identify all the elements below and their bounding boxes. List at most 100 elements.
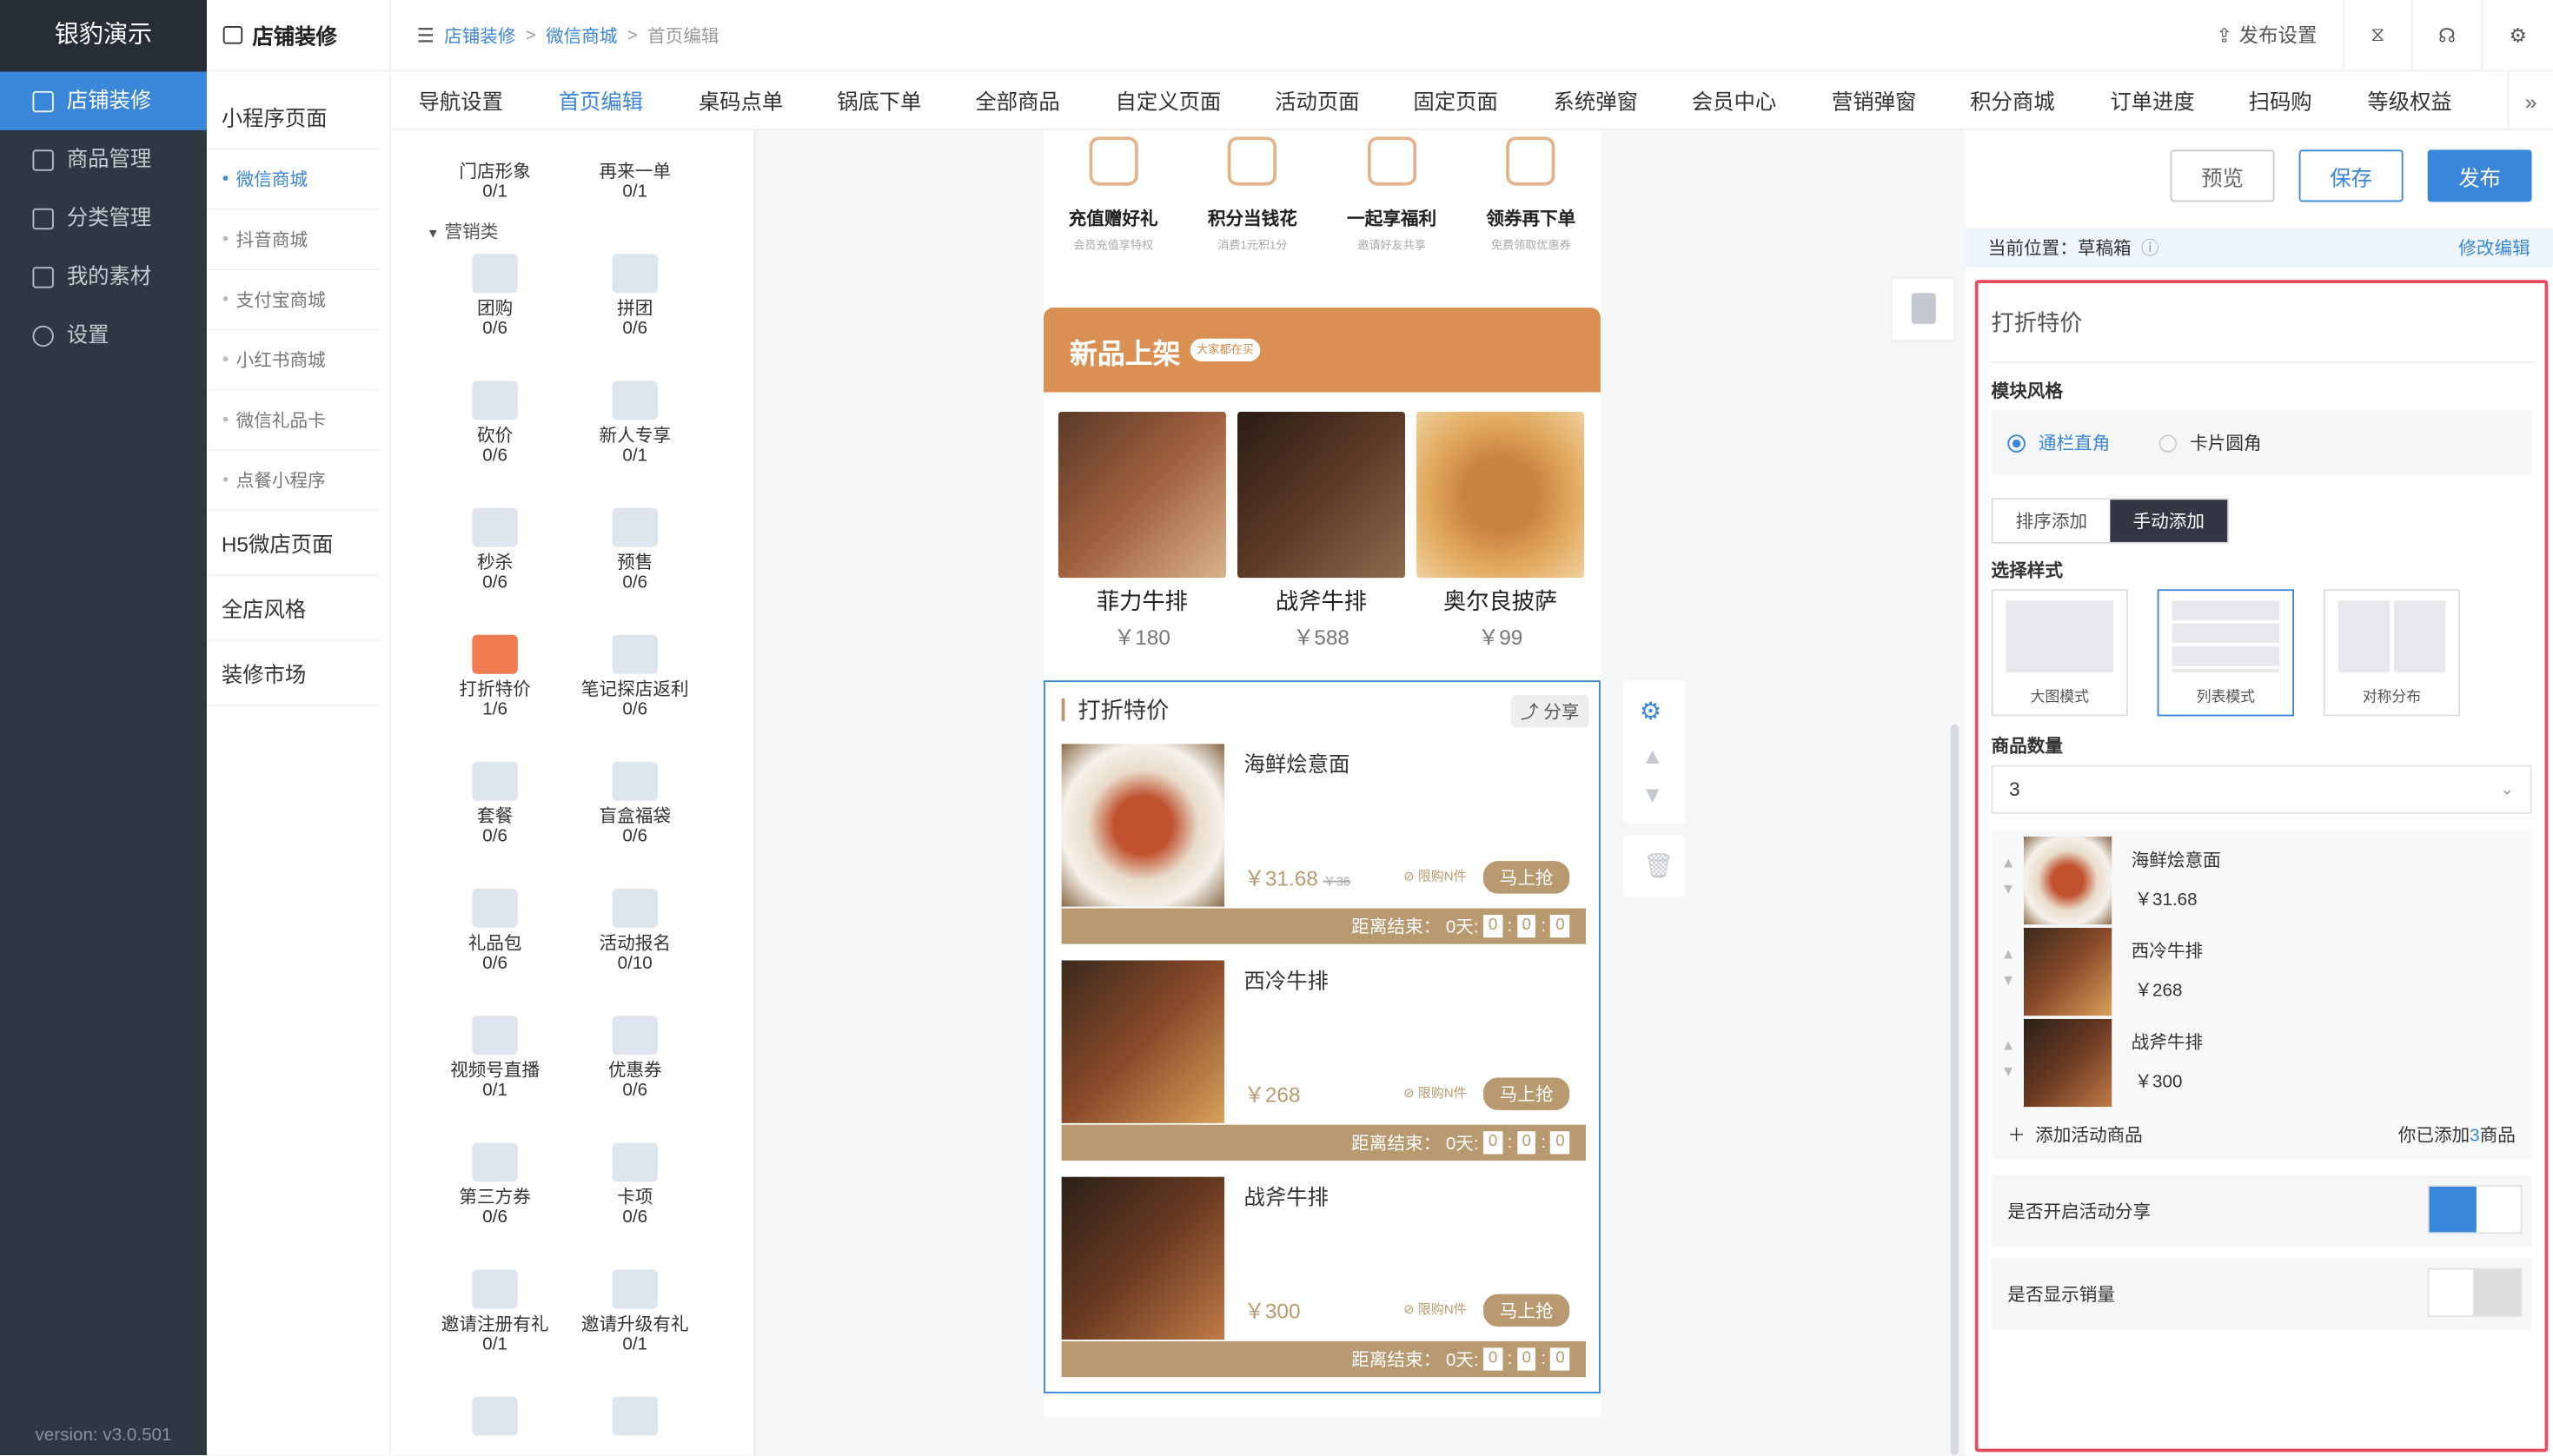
- component-live[interactable]: 视频号直播 0/1: [430, 1016, 560, 1101]
- tab-fixed-page[interactable]: 固定页面: [1413, 84, 1497, 116]
- publish-button[interactable]: 发布: [2427, 149, 2532, 202]
- feature-coupon[interactable]: 领券再下单 免费领取优惠券: [1462, 130, 1601, 270]
- breadcrumb-item[interactable]: 微信商城: [546, 22, 617, 48]
- category-marketing[interactable]: ▼ 营销类: [427, 218, 498, 244]
- sales-toggle[interactable]: [2427, 1267, 2523, 1317]
- tab-order-progress[interactable]: 订单进度: [2110, 84, 2194, 116]
- tab-scan-buy[interactable]: 扫码购: [2249, 84, 2312, 116]
- edit-link[interactable]: 修改编辑: [2458, 235, 2530, 261]
- arrow-down-icon[interactable]: ▼: [1641, 781, 1664, 807]
- style-big-image[interactable]: 大图模式: [1991, 589, 2128, 717]
- menu-icon[interactable]: ☰: [417, 23, 434, 46]
- sub-nav-link-ordering[interactable]: 点餐小程序: [206, 451, 380, 512]
- new-product-card[interactable]: 战斧牛排 ￥588: [1237, 412, 1406, 651]
- tab-home-edit[interactable]: 首页编辑: [559, 84, 643, 116]
- tab-activity-page[interactable]: 活动页面: [1275, 84, 1359, 116]
- nav-item-shop-decoration[interactable]: 店铺装修: [0, 71, 207, 130]
- component-store-image[interactable]: 门店形象 0/1: [430, 162, 560, 202]
- gear-icon[interactable]: ⚙: [1640, 697, 1661, 726]
- style-list[interactable]: 列表模式: [2157, 589, 2295, 717]
- reorder-arrows-icon[interactable]: ▲ ▼: [2001, 941, 2016, 993]
- delete-module-button[interactable]: 🗑: [1623, 835, 1686, 897]
- component-bargain[interactable]: 砍价 0/6: [430, 381, 560, 466]
- component-note-rebate[interactable]: 笔记探店返利 0/6: [570, 634, 700, 719]
- tab-level-rights[interactable]: 等级权益: [2367, 84, 2451, 116]
- new-product-card[interactable]: 菲力牛排 ￥180: [1058, 412, 1226, 651]
- add-activity-product[interactable]: ＋添加活动商品 你已添加3商品: [1991, 1109, 2532, 1160]
- radio-card-rounded[interactable]: 卡片圆角: [2158, 430, 2262, 456]
- sub-nav-link-xiaohongshu[interactable]: 小红书商城: [206, 330, 380, 391]
- component-third-coupon[interactable]: 第三方券 0/6: [430, 1142, 560, 1228]
- feature-invite[interactable]: 一起享福利 邀请好友共享: [1322, 130, 1461, 270]
- discount-product[interactable]: 海鲜烩意面 ￥31.68 ￥36 ⊘ 限购N件 马上抢 距离结束： 0天: 0:0:0: [1061, 744, 1586, 952]
- sub-nav-group-h5[interactable]: H5微店页面: [206, 511, 380, 577]
- radio-full-width[interactable]: 通栏直角: [2007, 430, 2110, 456]
- discount-module[interactable]: 打折特价 ⤴ 分享 海鲜烩意面 ￥31.68 ￥36 ⊘ 限购N件 马上抢 距离结…: [1044, 680, 1601, 1393]
- sub-nav-link-alipay[interactable]: 支付宝商城: [206, 270, 380, 331]
- feature-recharge[interactable]: 充值赠好礼 会员充值享特权: [1044, 130, 1183, 270]
- page-settings-button[interactable]: [1890, 276, 1956, 342]
- tab-custom-page[interactable]: 自定义页面: [1115, 84, 1221, 116]
- selected-product[interactable]: ▲ ▼ 战斧牛排 ￥300: [1992, 1016, 2532, 1108]
- component-blind-box[interactable]: 盲盒福袋 0/6: [570, 761, 700, 846]
- component-signup[interactable]: 活动报名 0/10: [570, 889, 700, 973]
- arrow-up-icon[interactable]: ▲: [1641, 742, 1664, 768]
- component-discount[interactable]: 打折特价 1/6: [430, 634, 560, 719]
- save-button[interactable]: 保存: [2298, 149, 2404, 202]
- component-invite-register[interactable]: 邀请注册有礼 0/1: [430, 1269, 560, 1354]
- discount-product[interactable]: 战斧牛排 ￥300 ⊘ 限购N件 马上抢 距离结束： 0天: 0:0:0: [1061, 1176, 1586, 1386]
- buy-now-button[interactable]: 马上抢: [1482, 861, 1570, 894]
- tab-system-popup[interactable]: 系统弹窗: [1554, 84, 1638, 116]
- component-more[interactable]: [570, 1396, 700, 1442]
- component-coupon[interactable]: 优惠券 0/6: [570, 1016, 700, 1101]
- component-combo[interactable]: 套餐 0/6: [430, 761, 560, 846]
- preview-button[interactable]: 预览: [2170, 149, 2275, 202]
- feature-points[interactable]: 积分当钱花 消费1元积1分: [1183, 130, 1322, 270]
- headset-icon[interactable]: ☊: [2410, 0, 2482, 71]
- component-flash-sale[interactable]: 秒杀 0/6: [430, 507, 560, 592]
- selected-product[interactable]: ▲ ▼ 海鲜烩意面 ￥31.68: [1992, 833, 2532, 925]
- tab-points-mall[interactable]: 积分商城: [1970, 84, 2054, 116]
- tab-marketing-popup[interactable]: 营销弹窗: [1832, 84, 1916, 116]
- component-card[interactable]: 卡项 0/6: [570, 1142, 700, 1228]
- reorder-arrows-icon[interactable]: ▲ ▼: [2001, 1032, 2016, 1084]
- share-button[interactable]: ⤴ 分享: [1510, 695, 1589, 728]
- component-gift-pack[interactable]: 礼品包 0/6: [430, 889, 560, 973]
- reorder-arrows-icon[interactable]: ▲ ▼: [2001, 850, 2016, 902]
- sub-nav-group-market[interactable]: 装修市场: [206, 641, 380, 707]
- hourglass-icon[interactable]: ⧖: [2343, 0, 2410, 71]
- tab-nav-settings[interactable]: 导航设置: [419, 84, 503, 116]
- tab-all-products[interactable]: 全部商品: [975, 84, 1059, 116]
- component-presale[interactable]: 预售 0/6: [570, 507, 700, 592]
- canvas-scrollbar[interactable]: [1950, 724, 1960, 1456]
- share-toggle[interactable]: [2427, 1185, 2523, 1234]
- nav-item-products[interactable]: 商品管理: [0, 130, 207, 189]
- tab-member-center[interactable]: 会员中心: [1692, 84, 1776, 116]
- nav-item-categories[interactable]: 分类管理: [0, 189, 207, 247]
- tab-hotpot-order[interactable]: 锅底下单: [837, 84, 921, 116]
- component-pintuan[interactable]: 拼团 0/6: [570, 254, 700, 339]
- sub-nav-link-douyin[interactable]: 抖音商城: [206, 210, 380, 271]
- chevron-right-icon[interactable]: »: [2507, 71, 2552, 130]
- component-newcomer[interactable]: 新人专享 0/1: [570, 381, 700, 466]
- sort-add-button[interactable]: 排序添加: [1993, 500, 2110, 542]
- sub-nav-group-mini-program[interactable]: 小程序页面: [206, 84, 380, 150]
- settings-icon[interactable]: ⚙: [2481, 0, 2553, 71]
- sub-nav-link-wechat[interactable]: 微信商城: [206, 149, 380, 210]
- component-reorder[interactable]: 再来一单 0/1: [570, 162, 700, 202]
- help-icon[interactable]: ⓘ: [2141, 235, 2159, 261]
- style-symmetric[interactable]: 对称分布: [2323, 589, 2461, 717]
- buy-now-button[interactable]: 马上抢: [1482, 1294, 1570, 1327]
- selected-product[interactable]: ▲ ▼ 西冷牛排 ￥268: [1992, 924, 2532, 1016]
- component-invite-upgrade[interactable]: 邀请升级有礼 0/1: [570, 1269, 700, 1354]
- publish-settings-button[interactable]: ⇪ 发布设置: [2190, 0, 2343, 71]
- manual-add-button[interactable]: 手动添加: [2110, 500, 2228, 542]
- component-more[interactable]: [430, 1396, 560, 1442]
- quantity-select[interactable]: 3 ⌄: [1991, 764, 2532, 814]
- tab-table-order[interactable]: 桌码点单: [699, 84, 783, 116]
- sub-nav-link-giftcard[interactable]: 微信礼品卡: [206, 391, 380, 452]
- buy-now-button[interactable]: 马上抢: [1482, 1077, 1570, 1110]
- nav-item-settings[interactable]: 设置: [0, 306, 207, 364]
- sub-nav-group-style[interactable]: 全店风格: [206, 576, 380, 642]
- discount-product[interactable]: 西冷牛排 ￥268 ⊘ 限购N件 马上抢 距离结束： 0天: 0:0:0: [1061, 960, 1586, 1168]
